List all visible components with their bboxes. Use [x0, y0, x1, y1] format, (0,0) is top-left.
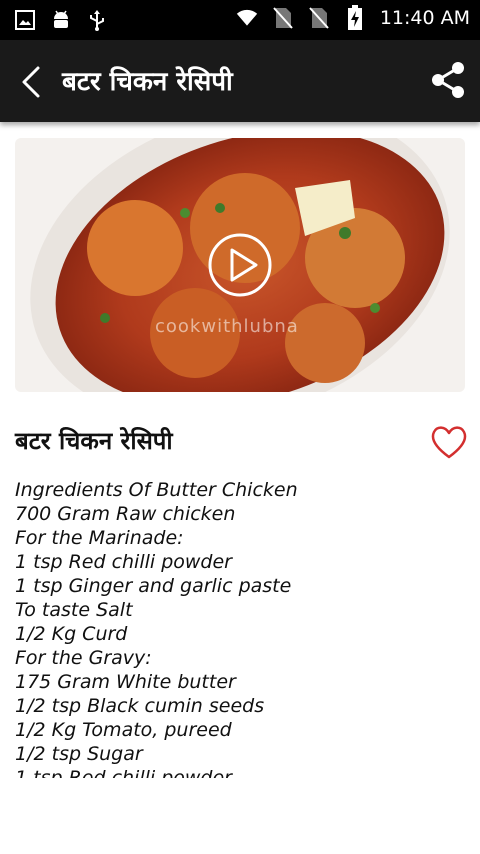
status-bar: 11:40 AM	[0, 0, 480, 40]
play-button[interactable]	[207, 232, 273, 298]
battery-charging-icon	[344, 5, 366, 30]
ingredient-line: For the Gravy:	[15, 647, 152, 669]
share-icon	[428, 62, 468, 104]
video-watermark: cookwithlubna	[155, 316, 299, 337]
ingredients-list: Ingredients Of Butter Chicken 700 Gram R…	[15, 478, 465, 778]
share-button[interactable]	[428, 60, 468, 100]
heart-outline-icon	[430, 426, 468, 464]
no-sim-icon	[272, 6, 294, 30]
ingredient-line: To taste Salt	[15, 599, 133, 621]
ingredient-line: 1/2 tsp Black cumin seeds	[15, 695, 265, 717]
ingredient-line: 1/2 Kg Curd	[15, 623, 128, 645]
usb-icon	[86, 8, 108, 32]
recipe-title: बटर चिकन रेसिपी	[15, 427, 173, 455]
android-icon	[50, 8, 72, 32]
no-sim-icon	[308, 6, 330, 30]
ingredient-line: 1 tsp Ginger and garlic paste	[15, 575, 292, 597]
ingredient-line: 1 tsp Red chilli powder	[15, 551, 232, 573]
image-icon	[14, 8, 36, 32]
app-toolbar: बटर चिकन रेसिपी	[0, 40, 480, 122]
ingredient-line: 1 tsp Red chilli powder	[15, 767, 232, 778]
ingredient-line: Ingredients Of Butter Chicken	[15, 479, 298, 501]
ingredient-line: 1/2 tsp Sugar	[15, 743, 143, 765]
back-button[interactable]	[14, 62, 50, 102]
favorite-button[interactable]	[430, 424, 468, 460]
recipe-video-thumbnail[interactable]: cookwithlubna	[15, 138, 465, 392]
ingredient-line: 175 Gram White butter	[15, 671, 236, 693]
status-time: 11:40 AM	[379, 7, 470, 29]
ingredient-line: 700 Gram Raw chicken	[15, 503, 236, 525]
wifi-icon	[236, 6, 258, 30]
play-icon	[207, 232, 273, 298]
back-arrow-icon	[14, 66, 50, 106]
toolbar-title: बटर चिकन रेसिपी	[62, 67, 233, 97]
ingredient-line: For the Marinade:	[15, 527, 184, 549]
ingredient-line: 1/2 Kg Tomato, pureed	[15, 719, 232, 741]
